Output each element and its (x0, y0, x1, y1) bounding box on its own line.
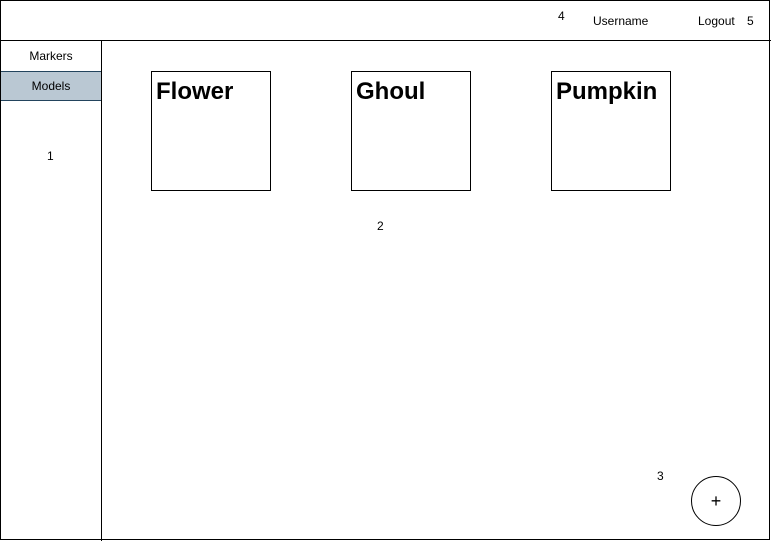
card-title: Pumpkin (556, 78, 658, 105)
annotation-marker-3: 3 (657, 469, 664, 483)
plus-icon: + (710, 491, 722, 511)
annotation-marker-5: 5 (747, 14, 754, 28)
sidebar-item-models[interactable]: Models (1, 71, 101, 101)
annotation-marker-1: 1 (47, 149, 54, 163)
model-card-pumpkin[interactable]: Pumpkin (551, 71, 671, 191)
sidebar-item-markers[interactable]: Markers (1, 41, 101, 71)
top-header: 4 Username Logout 5 (1, 1, 771, 41)
annotation-marker-2: 2 (377, 219, 384, 233)
app-frame: 4 Username Logout 5 Markers Models 1 Flo… (0, 0, 771, 541)
card-title: Flower (156, 78, 234, 105)
username-label[interactable]: Username (593, 14, 648, 28)
model-card-flower[interactable]: Flower (151, 71, 271, 191)
card-title: Ghoul (356, 78, 426, 105)
annotation-marker-4: 4 (558, 9, 565, 23)
logout-link[interactable]: Logout (698, 14, 735, 28)
add-model-button[interactable]: + (691, 476, 741, 526)
sidebar: Markers Models 1 (1, 41, 102, 541)
model-card-ghoul[interactable]: Ghoul (351, 71, 471, 191)
sidebar-item-label: Markers (29, 49, 73, 63)
sidebar-item-label: Models (31, 79, 71, 93)
